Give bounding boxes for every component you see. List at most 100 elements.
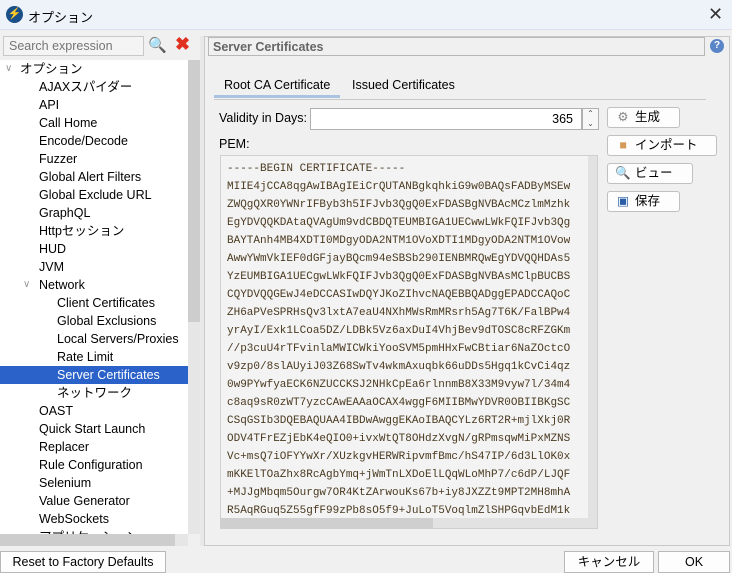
tree-scroll-thumb[interactable]	[188, 60, 200, 322]
tree-item[interactable]: Call Home	[0, 114, 188, 132]
tree-item[interactable]: Server Certificates	[0, 366, 188, 384]
validity-spinner[interactable]: ⌃ ⌄	[582, 108, 599, 130]
chevron-up-icon[interactable]: ⌃	[583, 109, 598, 119]
tree-item[interactable]: HUD	[0, 240, 188, 258]
pem-line: -----BEGIN CERTIFICATE-----	[227, 163, 406, 175]
tree-item[interactable]: GraphQL	[0, 204, 188, 222]
tree-item-label: HUD	[39, 242, 67, 256]
tree-item[interactable]: OAST	[0, 402, 188, 420]
tree-item[interactable]: Value Generator	[0, 492, 188, 510]
search-input[interactable]	[3, 36, 144, 56]
tree-item-label: Client Certificates	[57, 296, 155, 310]
pem-textarea[interactable]: -----BEGIN CERTIFICATE----- MIIE4jCCA8qgA…	[220, 155, 598, 529]
tree-item-label: Value Generator	[39, 494, 130, 508]
tree-root[interactable]: ∨ オプション	[0, 60, 188, 78]
folder-icon: ■	[619, 138, 627, 152]
import-button[interactable]: ■ インポート	[607, 135, 717, 156]
chevron-down-icon[interactable]: ⌄	[583, 119, 598, 129]
pem-line: mKKElTOaZhx8RcAgbYmq+jWmTnLXDoElLQqWLoMh…	[227, 469, 571, 481]
help-icon[interactable]: ?	[710, 39, 724, 53]
tree-item[interactable]: Replacer	[0, 438, 188, 456]
pem-line: CQYDVQQGEwJ4eDCCASIwDQYJKoZIhvcNAQEBBQAD…	[227, 289, 571, 301]
tree-item[interactable]: Fuzzer	[0, 150, 188, 168]
pem-vertical-scrollbar[interactable]	[588, 156, 597, 518]
tree-item-label: Replacer	[39, 440, 90, 454]
tree-item-label: OAST	[39, 404, 74, 418]
gear-icon: ⚙	[617, 110, 629, 124]
tree-item[interactable]: JVM	[0, 258, 188, 276]
pem-line: YzEUMBIGA1UECgwLWkFQIFJvb3QgQ0ExFDASBgNV…	[227, 271, 571, 283]
tree-item[interactable]: Client Certificates	[0, 294, 188, 312]
pem-line: //p3cuU4rTFvinlaMWICWkiYooSVM5pmHHxFwCBt…	[227, 343, 571, 355]
floppy-disk-icon: ▣	[617, 194, 629, 208]
tree-item[interactable]: WebSockets	[0, 510, 188, 528]
tree-item[interactable]: Global Exclude URL	[0, 186, 188, 204]
tree-item-label: Global Exclusions	[57, 314, 157, 328]
tree-item-label: Encode/Decode	[39, 134, 128, 148]
save-button[interactable]: ▣ 保存	[607, 191, 680, 212]
pem-label: PEM:	[219, 137, 250, 151]
chevron-down-icon[interactable]: ∨	[5, 60, 12, 78]
pem-line: ZH6aPVeSPRHsQv3lxtA7eaU4NXhMWsRmMRsrh5Ag…	[227, 307, 571, 319]
tree-item[interactable]: AJAXスパイダー	[0, 78, 188, 96]
chevron-down-icon[interactable]: ∨	[23, 276, 30, 294]
tree-item[interactable]: ∨ Network	[0, 276, 188, 294]
panel-title: Server Certificates	[208, 37, 705, 56]
tree-item-label: WebSockets	[39, 512, 109, 526]
tree-item[interactable]: Global Alert Filters	[0, 168, 188, 186]
pem-line: ZWQgQXR0YWNrIFByb3h5IFJvb3QgQ0ExFDASBgNV…	[227, 199, 571, 211]
pem-hscroll-thumb[interactable]	[221, 518, 433, 528]
tree-item-label: Quick Start Launch	[39, 422, 146, 436]
tree-item[interactable]: Quick Start Launch	[0, 420, 188, 438]
reset-defaults-button[interactable]: Reset to Factory Defaults	[0, 551, 166, 573]
pem-line: c8aq9sR0zWT7yzcCAwEAAaOCAX4wggF6MIIBMwYD…	[227, 397, 571, 409]
tree-item[interactable]: Httpセッション	[0, 222, 188, 240]
tree-item[interactable]: Rule Configuration	[0, 456, 188, 474]
ok-button[interactable]: OK	[658, 551, 730, 573]
tree-item-label: Call Home	[39, 116, 98, 130]
tree-item-label: AJAXスパイダー	[39, 80, 133, 94]
pem-text[interactable]: -----BEGIN CERTIFICATE----- MIIE4jCCA8qgA…	[227, 160, 571, 528]
tree-item-label: JVM	[39, 260, 64, 274]
tree-item[interactable]: ネットワーク	[0, 384, 188, 402]
validity-label: Validity in Days:	[219, 111, 307, 125]
tree-item[interactable]: API	[0, 96, 188, 114]
pem-line: BAYTAnh4MB4XDTI0MDgyODA2NTM1OVoXDTI1MDgy…	[227, 235, 571, 247]
tree-item[interactable]: Local Servers/Proxies	[0, 330, 188, 348]
tree-item-label: Rule Configuration	[39, 458, 143, 472]
tree-item-label: Fuzzer	[39, 152, 78, 166]
tree-item-label: Selenium	[39, 476, 92, 490]
pem-line: yrAyI/Exk1LCoa5DZ/LDBk5Vz6axDuI4VhjBev9d…	[227, 325, 571, 337]
pem-line: 0w9PYwfyaECK6NZUCCKSJ2NHkCpEa6rlnnmB8X33…	[227, 379, 571, 391]
tree-item[interactable]: Global Exclusions	[0, 312, 188, 330]
window-title: オプション	[28, 10, 94, 25]
options-tree: ∨ オプション AJAXスパイダー API Call Home Encode/Decod…	[0, 60, 188, 534]
tab-issued-certificates[interactable]: Issued Certificates	[342, 76, 465, 98]
magnifier-icon[interactable]: 🔍	[148, 36, 167, 54]
view-button[interactable]: 🔍 ビュー	[607, 163, 693, 184]
generate-button[interactable]: ⚙ 生成	[607, 107, 680, 128]
pem-line: +MJJgMbqm5Ourgw7OR4KtZArwouKs67b+iy8JXZZ…	[227, 487, 571, 499]
tree-item[interactable]: Rate Limit	[0, 348, 188, 366]
title-bar	[0, 0, 732, 30]
tab-root-ca-certificate[interactable]: Root CA Certificate	[214, 76, 341, 98]
magnifier-icon: 🔍	[615, 166, 631, 180]
tree-item[interactable]: Encode/Decode	[0, 132, 188, 150]
pem-line: v9zp0/8slAUyiJ03Z68SwTv4wkmAxuqbk66uDDs5…	[227, 361, 571, 373]
tree-item-label: Httpセッション	[39, 224, 125, 238]
tree-item-label: API	[39, 98, 60, 112]
zap-icon: ⚡	[6, 6, 23, 23]
close-icon[interactable]: ✕	[708, 4, 723, 25]
tree-hscroll-thumb[interactable]	[0, 534, 175, 546]
tree-item-label: ネットワーク	[57, 386, 133, 400]
clear-x-icon[interactable]: ✖	[175, 34, 190, 55]
cancel-button[interactable]: キャンセル	[564, 551, 654, 573]
validity-days-input[interactable]: 365	[310, 108, 582, 130]
pem-line: MIIE4jCCA8qgAwIBAgIEiCrQUTANBgkqhkiG9w0B…	[227, 181, 571, 193]
tree-item-label: Global Exclude URL	[39, 188, 152, 202]
tab-divider	[214, 99, 706, 100]
pem-line: Vc+msQ7iOFYYwXr/XUzkgvHERWRipvmfBmc/hS47…	[227, 451, 571, 463]
tree-item-label: Rate Limit	[57, 350, 114, 364]
pem-line: CSqGSIb3DQEBAQUAA4IBDwAwggEKAoIBAQCYLz6R…	[227, 415, 571, 427]
tree-item[interactable]: Selenium	[0, 474, 188, 492]
